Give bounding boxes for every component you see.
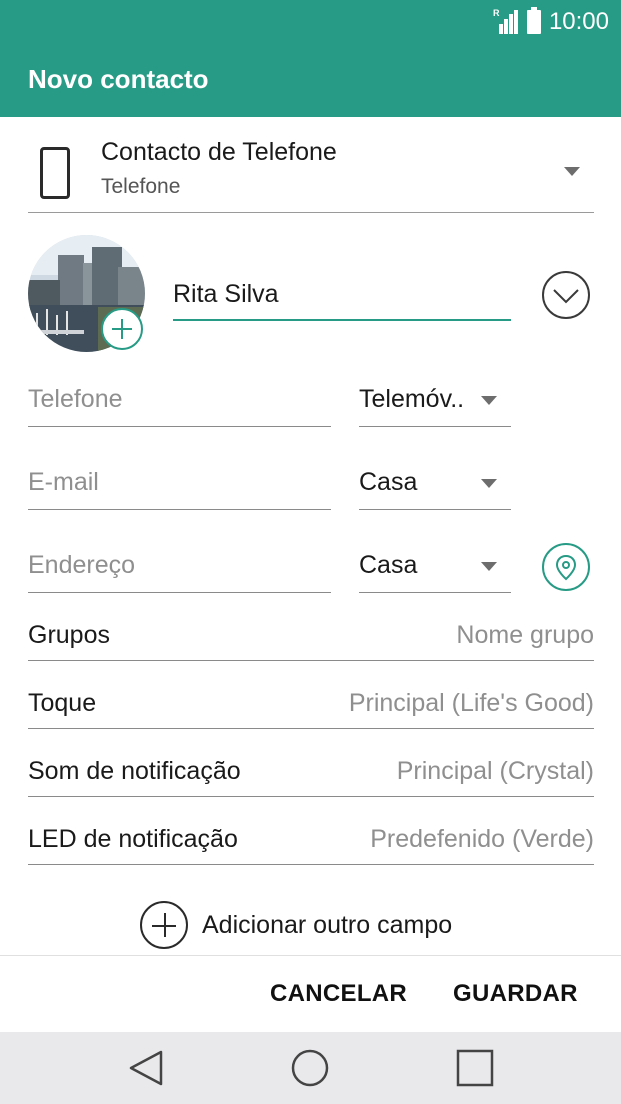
- setting-label: Toque: [28, 689, 97, 717]
- setting-notification-led[interactable]: LED de notificação Predefenido (Verde): [28, 817, 594, 865]
- account-subtitle: Telefone: [101, 175, 181, 198]
- add-photo-icon[interactable]: [101, 308, 143, 350]
- dropdown-arrow-icon: [481, 479, 497, 488]
- dropdown-arrow-icon: [481, 562, 497, 571]
- battery-icon: [526, 7, 541, 34]
- back-icon[interactable]: [126, 1048, 166, 1088]
- add-circle-icon: [140, 901, 188, 949]
- account-selector[interactable]: Contacto de Telefone Telefone: [28, 117, 594, 213]
- email-field[interactable]: E-mail: [28, 452, 331, 510]
- address-placeholder: Endereço: [28, 551, 136, 579]
- name-value: Rita Silva: [173, 280, 279, 308]
- phone-placeholder: Telefone: [28, 385, 123, 413]
- dropdown-arrow-icon: [564, 167, 580, 176]
- setting-label: LED de notificação: [28, 825, 238, 853]
- phone-type-value: Telemóv..: [359, 385, 465, 413]
- status-bar: R 10:00: [492, 7, 609, 36]
- address-type-value: Casa: [359, 551, 418, 579]
- dropdown-arrow-icon: [481, 396, 497, 405]
- setting-groups[interactable]: Grupos Nome grupo: [28, 613, 594, 661]
- setting-value: Principal (Crystal): [396, 757, 594, 785]
- setting-value: Nome grupo: [456, 621, 594, 649]
- location-pin-icon[interactable]: [542, 543, 590, 591]
- home-icon[interactable]: [290, 1048, 330, 1088]
- phone-icon: [40, 147, 70, 199]
- action-bar: CANCELAR GUARDAR: [0, 955, 621, 1032]
- page-title: Novo contacto: [28, 64, 209, 94]
- cancel-button[interactable]: CANCELAR: [270, 980, 407, 1008]
- setting-label: Grupos: [28, 621, 110, 649]
- save-button[interactable]: GUARDAR: [453, 980, 578, 1008]
- setting-ringtone[interactable]: Toque Principal (Life's Good): [28, 681, 594, 729]
- setting-value: Predefenido (Verde): [370, 825, 594, 853]
- email-type-value: Casa: [359, 468, 418, 496]
- status-time: 10:00: [548, 8, 609, 35]
- roaming-indicator: R: [492, 8, 500, 18]
- setting-label: Som de notificação: [28, 757, 241, 785]
- name-field[interactable]: Rita Silva: [173, 264, 511, 321]
- address-field[interactable]: Endereço: [28, 535, 331, 593]
- signal-icon: R: [492, 8, 519, 34]
- email-type-select[interactable]: Casa: [359, 452, 511, 510]
- email-placeholder: E-mail: [28, 468, 99, 496]
- account-title: Contacto de Telefone: [101, 138, 337, 166]
- setting-value: Principal (Life's Good): [348, 689, 594, 717]
- phone-field[interactable]: Telefone: [28, 369, 331, 427]
- add-field-button[interactable]: Adicionar outro campo: [140, 900, 452, 950]
- phone-type-select[interactable]: Telemóv..: [359, 369, 511, 427]
- add-field-label: Adicionar outro campo: [202, 910, 453, 939]
- recents-icon[interactable]: [455, 1048, 495, 1088]
- navigation-bar: [0, 1032, 621, 1104]
- setting-notification-sound[interactable]: Som de notificação Principal (Crystal): [28, 749, 594, 797]
- chevron-down-icon[interactable]: [542, 271, 590, 319]
- address-type-select[interactable]: Casa: [359, 535, 511, 593]
- app-bar: R 10:00 Novo contacto: [0, 0, 621, 117]
